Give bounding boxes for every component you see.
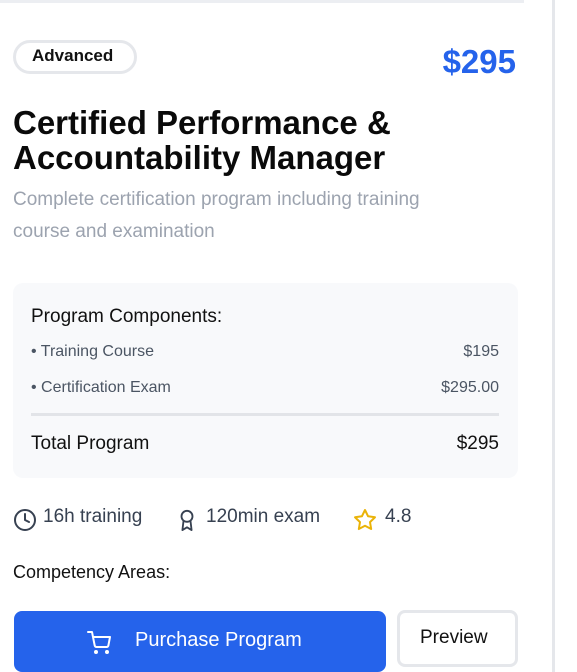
- program-description-line-2: course and examination: [13, 221, 215, 242]
- program-title-line-2: Accountability Manager: [13, 139, 386, 176]
- total-label: Total Program: [31, 433, 150, 454]
- star-icon: [354, 509, 376, 531]
- components-divider: [31, 413, 499, 416]
- competency-areas-label: Competency Areas:: [13, 562, 171, 582]
- program-description: Complete certification program including…: [13, 184, 493, 248]
- clock-icon: [14, 509, 36, 531]
- purchase-program-button[interactable]: Purchase Program: [14, 611, 386, 672]
- shopping-cart-icon: [87, 631, 111, 654]
- training-hours-stat: 16h training: [13, 504, 158, 534]
- component-price: $195: [463, 343, 499, 360]
- rating-stat: 4.8: [353, 504, 433, 534]
- exam-duration-stat: 120min exam: [176, 504, 351, 534]
- level-badge: Advanced: [13, 40, 137, 74]
- scrollbar-track[interactable]: [552, 0, 555, 672]
- total-price: $295: [456, 433, 499, 454]
- component-price: $295.00: [441, 379, 499, 396]
- component-name: • Certification Exam: [31, 379, 171, 396]
- component-name: • Training Course: [31, 343, 154, 360]
- program-description-line-1: Complete certification program including…: [13, 189, 420, 210]
- award-icon: [180, 509, 194, 531]
- program-stats: 16h training 120min exam 4.8: [13, 504, 533, 534]
- program-title-line-1: Certified Performance &: [13, 104, 391, 141]
- component-row-training: • Training Course $195: [31, 343, 499, 365]
- program-price: $295: [442, 43, 516, 80]
- program-components-panel: Program Components: • Training Course $1…: [13, 283, 518, 478]
- rating-value: 4.8: [385, 506, 412, 527]
- component-row-exam: • Certification Exam $295.00: [31, 379, 499, 401]
- program-title: Certified Performance & Accountability M…: [13, 105, 513, 175]
- components-header: Program Components:: [31, 306, 223, 327]
- training-hours: 16h training: [43, 506, 143, 527]
- exam-duration: 120min exam: [206, 506, 321, 527]
- preview-button-label: Preview: [420, 627, 488, 648]
- total-program-row: Total Program $295: [31, 433, 499, 457]
- purchase-button-label: Purchase Program: [135, 629, 302, 651]
- card-top-border: [0, 0, 524, 3]
- preview-button[interactable]: Preview: [397, 610, 518, 667]
